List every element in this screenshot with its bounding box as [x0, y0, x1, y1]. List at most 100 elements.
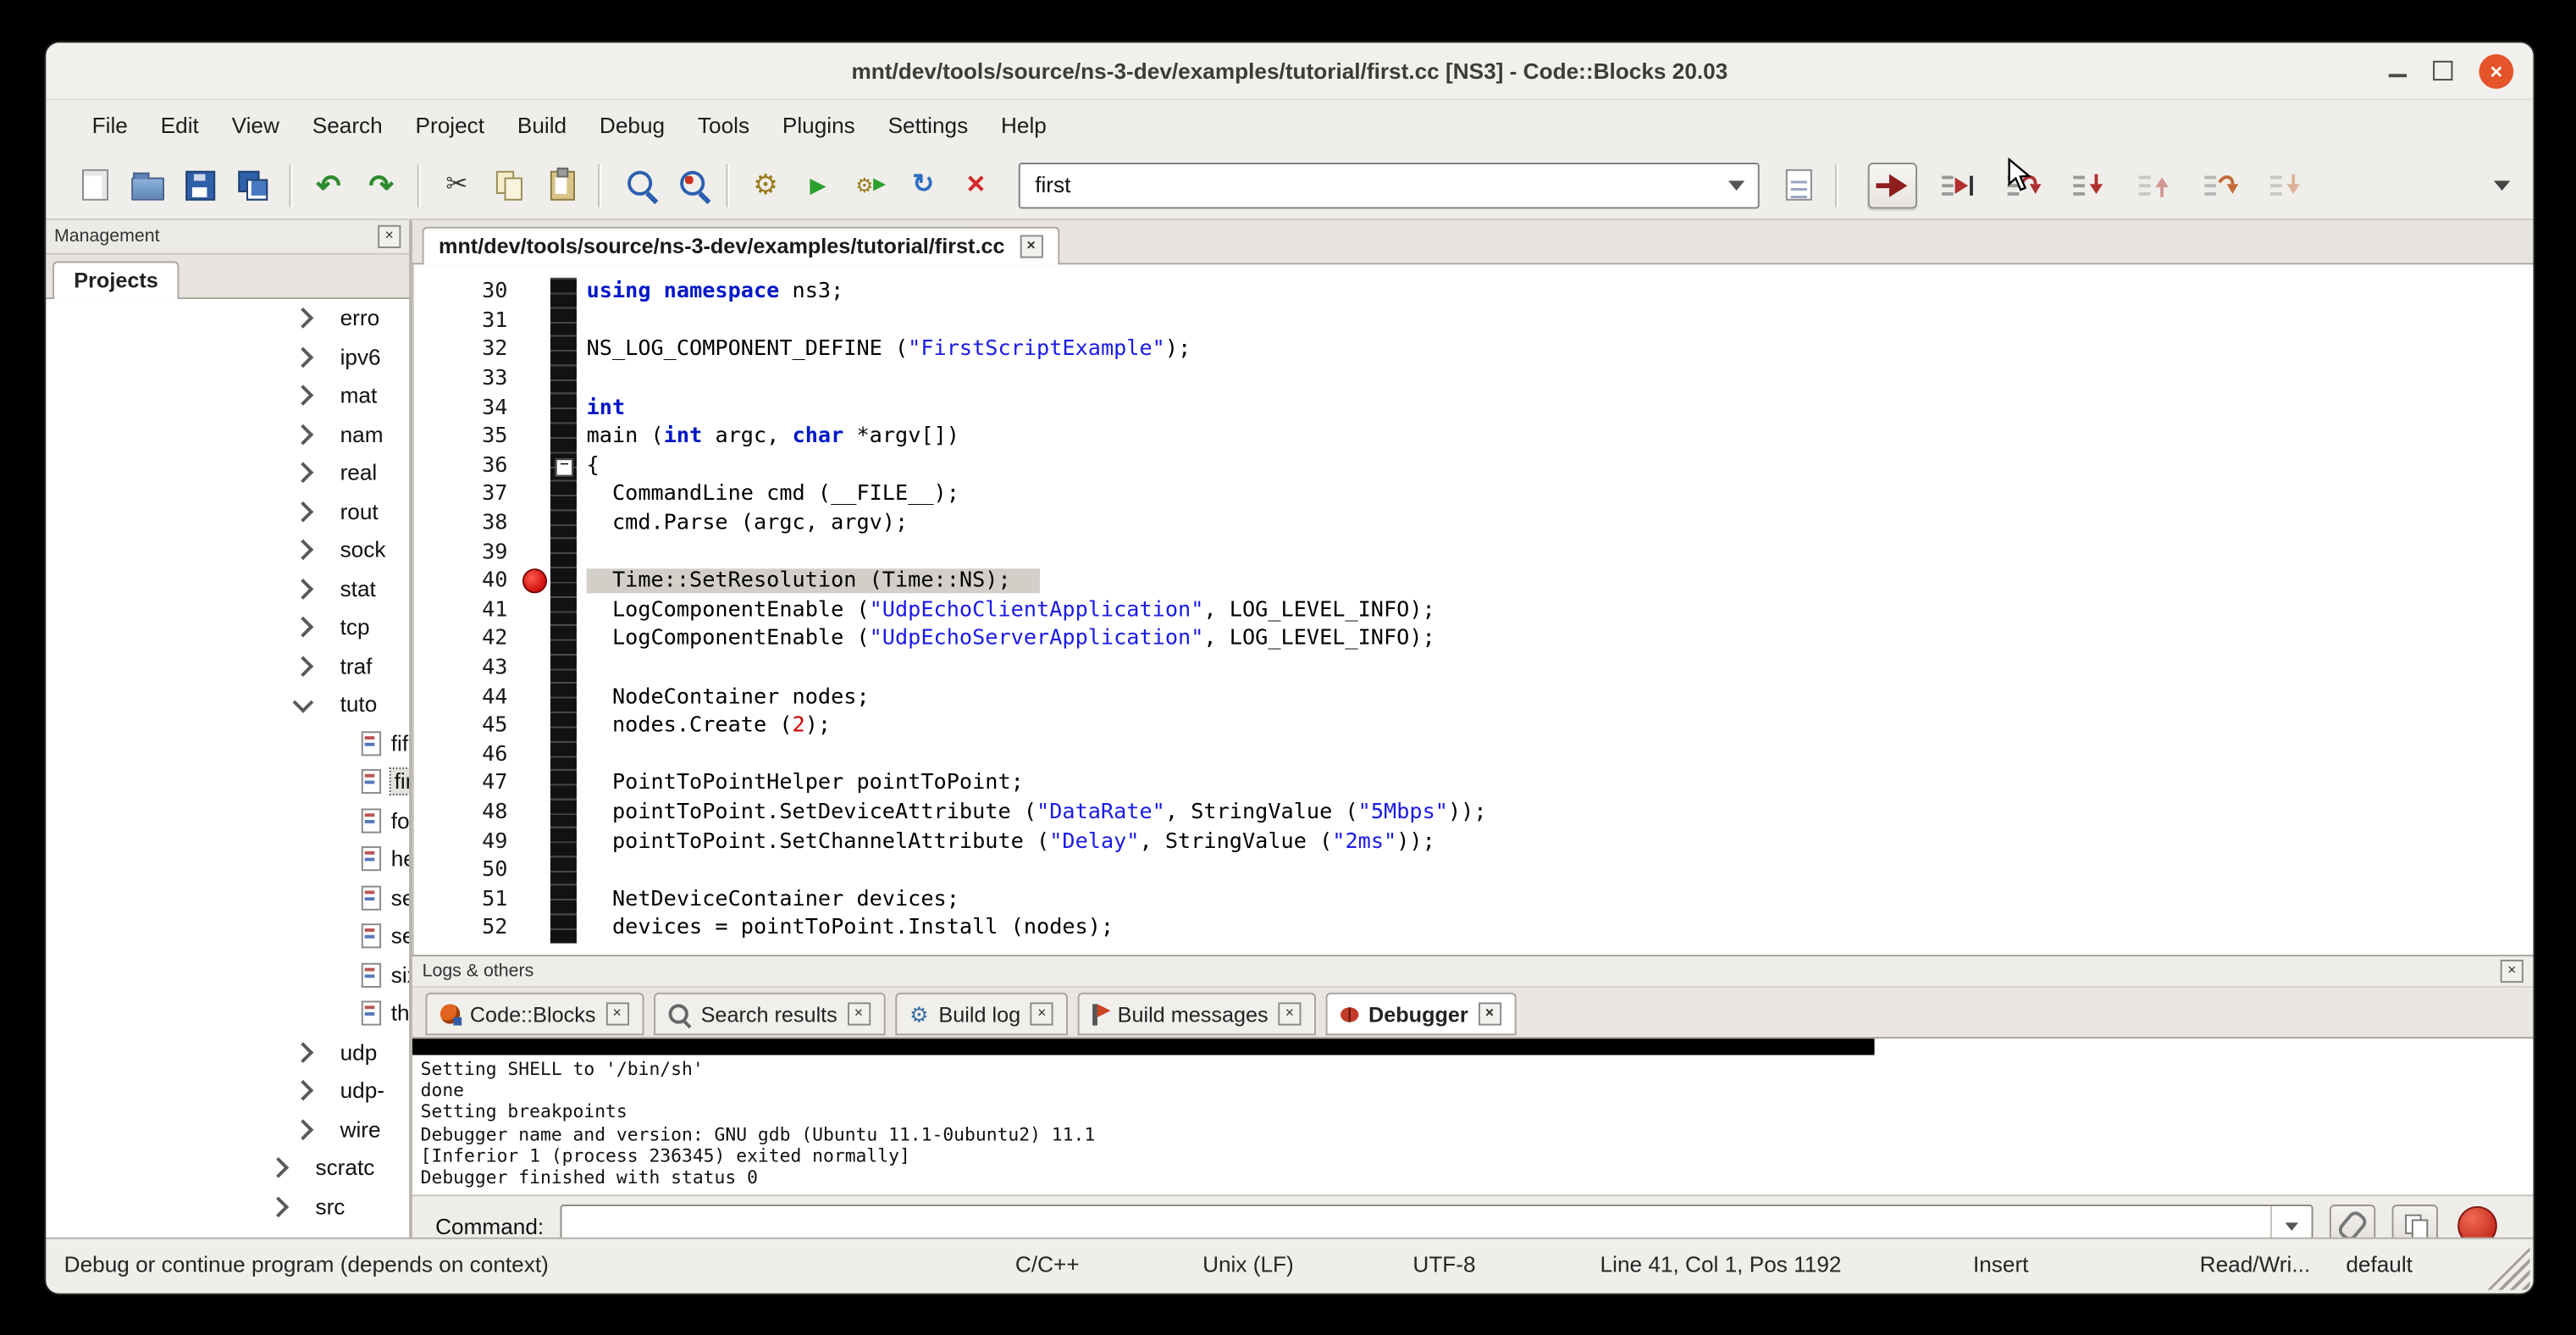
- toolbar-overflow-chevron[interactable]: [2494, 180, 2510, 190]
- breakpoint-margin[interactable]: [517, 393, 550, 422]
- code-line[interactable]: 32NS_LOG_COMPONENT_DEFINE ("FirstScriptE…: [414, 335, 2534, 364]
- cut-button[interactable]: ✂: [430, 160, 483, 209]
- code-line[interactable]: 45 nodes.Create (2);: [414, 712, 2534, 740]
- menu-help[interactable]: Help: [985, 107, 1064, 145]
- code-line[interactable]: 46: [414, 740, 2534, 769]
- menu-tools[interactable]: Tools: [682, 107, 766, 145]
- chevron-right-icon[interactable]: [293, 346, 314, 368]
- chevron-right-icon[interactable]: [293, 540, 314, 561]
- step-out-button[interactable]: [2131, 162, 2180, 208]
- chevron-right-icon[interactable]: [268, 1158, 289, 1179]
- tree-item-udp[interactable]: udp-: [46, 1072, 409, 1111]
- close-icon[interactable]: ×: [378, 225, 401, 248]
- chevron-right-icon[interactable]: [293, 579, 314, 600]
- close-icon[interactable]: ×: [1031, 1002, 1053, 1025]
- code-line[interactable]: 48 pointToPoint.SetDeviceAttribute ("Dat…: [414, 798, 2534, 827]
- undo-button[interactable]: ↶: [302, 160, 355, 209]
- code-line[interactable]: 35main (int argc, char *argv[]): [414, 423, 2534, 451]
- code-line[interactable]: 38 cmd.Parse (argc, argv);: [414, 509, 2534, 538]
- breakpoint-margin[interactable]: [517, 798, 550, 827]
- logs-tab-build-log[interactable]: ⚙Build log×: [895, 993, 1069, 1035]
- chevron-right-icon[interactable]: [293, 1119, 314, 1140]
- breakpoint-margin[interactable]: [517, 740, 550, 769]
- build-options-button[interactable]: [1772, 160, 1825, 209]
- title-bar[interactable]: mnt/dev/tools/source/ns-3-dev/examples/t…: [46, 42, 2533, 100]
- code-line[interactable]: 47 PointToPointHelper pointToPoint;: [414, 769, 2534, 798]
- code-line[interactable]: 31: [414, 307, 2534, 335]
- breakpoint-margin[interactable]: [517, 538, 550, 567]
- step-into-button[interactable]: [2065, 162, 2114, 208]
- code-line[interactable]: 50: [414, 856, 2534, 884]
- close-icon[interactable]: ×: [847, 1002, 870, 1025]
- chevron-right-icon[interactable]: [268, 1196, 289, 1217]
- breakpoint-icon[interactable]: [522, 569, 546, 594]
- breakpoint-margin[interactable]: [517, 278, 550, 307]
- build-target-select[interactable]: first: [1019, 162, 1760, 208]
- tree-item-se[interactable]: se: [46, 878, 409, 917]
- breakpoint-margin[interactable]: [517, 423, 550, 451]
- chevron-right-icon[interactable]: [293, 1080, 314, 1101]
- breakpoint-margin[interactable]: [517, 914, 550, 943]
- new-file-button[interactable]: [69, 160, 121, 209]
- close-icon[interactable]: ×: [1020, 234, 1042, 257]
- save-button[interactable]: [174, 160, 227, 209]
- tree-item-udp[interactable]: udp: [46, 1033, 409, 1072]
- open-button[interactable]: [122, 160, 174, 209]
- chevron-right-icon[interactable]: [293, 656, 314, 677]
- breakpoint-margin[interactable]: [517, 624, 550, 653]
- rebuild-button[interactable]: ↻: [897, 160, 949, 209]
- minimize-button[interactable]: [2389, 74, 2407, 77]
- tree-item-real[interactable]: real: [46, 453, 409, 492]
- resize-grip[interactable]: [2487, 1247, 2529, 1289]
- tree-item-se[interactable]: se: [46, 917, 409, 956]
- build-and-run-button[interactable]: ⚙▶: [844, 160, 897, 209]
- tree-item-fo[interactable]: fo: [46, 801, 409, 840]
- close-icon[interactable]: ×: [1278, 1002, 1301, 1025]
- breakpoint-margin[interactable]: [517, 856, 550, 884]
- tab-projects[interactable]: Projects: [53, 261, 180, 299]
- copy-button[interactable]: [483, 160, 535, 209]
- tree-item-traf[interactable]: traf: [46, 646, 409, 685]
- tree-item-src[interactable]: src: [46, 1188, 409, 1227]
- run-button[interactable]: ▶: [792, 160, 844, 209]
- next-line-button[interactable]: [1999, 162, 2048, 208]
- next-instruction-button[interactable]: [2197, 162, 2246, 208]
- breakpoint-margin[interactable]: [517, 654, 550, 683]
- step-into-instruction-button[interactable]: [2262, 162, 2311, 208]
- redo-button[interactable]: ↷: [355, 160, 407, 209]
- tree-item-th[interactable]: th: [46, 994, 409, 1033]
- code-line[interactable]: 39: [414, 538, 2534, 567]
- breakpoint-margin[interactable]: [517, 885, 550, 914]
- breakpoint-margin[interactable]: [517, 712, 550, 740]
- menu-settings[interactable]: Settings: [871, 107, 984, 145]
- breakpoint-margin[interactable]: [517, 595, 550, 624]
- tree-item-tuto[interactable]: tuto: [46, 685, 409, 724]
- build-button[interactable]: ⚙: [739, 160, 792, 209]
- tree-item-mat[interactable]: mat: [46, 376, 409, 415]
- close-button[interactable]: ×: [2479, 53, 2513, 88]
- tree-item-six[interactable]: six: [46, 956, 409, 994]
- code-line[interactable]: 36−{: [414, 451, 2534, 480]
- project-tree[interactable]: erroipv6matnamrealroutsockstattcptraftut…: [46, 299, 409, 1238]
- chevron-right-icon[interactable]: [293, 463, 314, 484]
- code-line[interactable]: 34int: [414, 393, 2534, 422]
- code-line[interactable]: 42 LogComponentEnable ("UdpEchoServerApp…: [414, 624, 2534, 653]
- debug-continue-button[interactable]: [1868, 162, 1917, 208]
- code-editor[interactable]: 30using namespace ns3;3132NS_LOG_COMPONE…: [412, 264, 2534, 955]
- menu-plugins[interactable]: Plugins: [766, 107, 871, 145]
- code-line[interactable]: 33: [414, 364, 2534, 393]
- code-line[interactable]: 51 NetDeviceContainer devices;: [414, 885, 2534, 914]
- chevron-right-icon[interactable]: [293, 424, 314, 445]
- tree-item-wire[interactable]: wire: [46, 1110, 409, 1149]
- tree-item-erro[interactable]: erro: [46, 299, 409, 338]
- tree-item-scratc[interactable]: scratc: [46, 1149, 409, 1188]
- replace-button[interactable]: [664, 160, 716, 209]
- menu-file[interactable]: File: [75, 107, 144, 145]
- tree-item-fif[interactable]: fif: [46, 724, 409, 763]
- code-line[interactable]: 41 LogComponentEnable ("UdpEchoClientApp…: [414, 595, 2534, 624]
- paste-button[interactable]: [535, 160, 588, 209]
- logs-tab-debugger[interactable]: Debugger×: [1326, 993, 1516, 1035]
- close-icon[interactable]: ×: [2501, 960, 2523, 983]
- tree-item-tcp[interactable]: tcp: [46, 608, 409, 647]
- chevron-right-icon[interactable]: [293, 1042, 314, 1063]
